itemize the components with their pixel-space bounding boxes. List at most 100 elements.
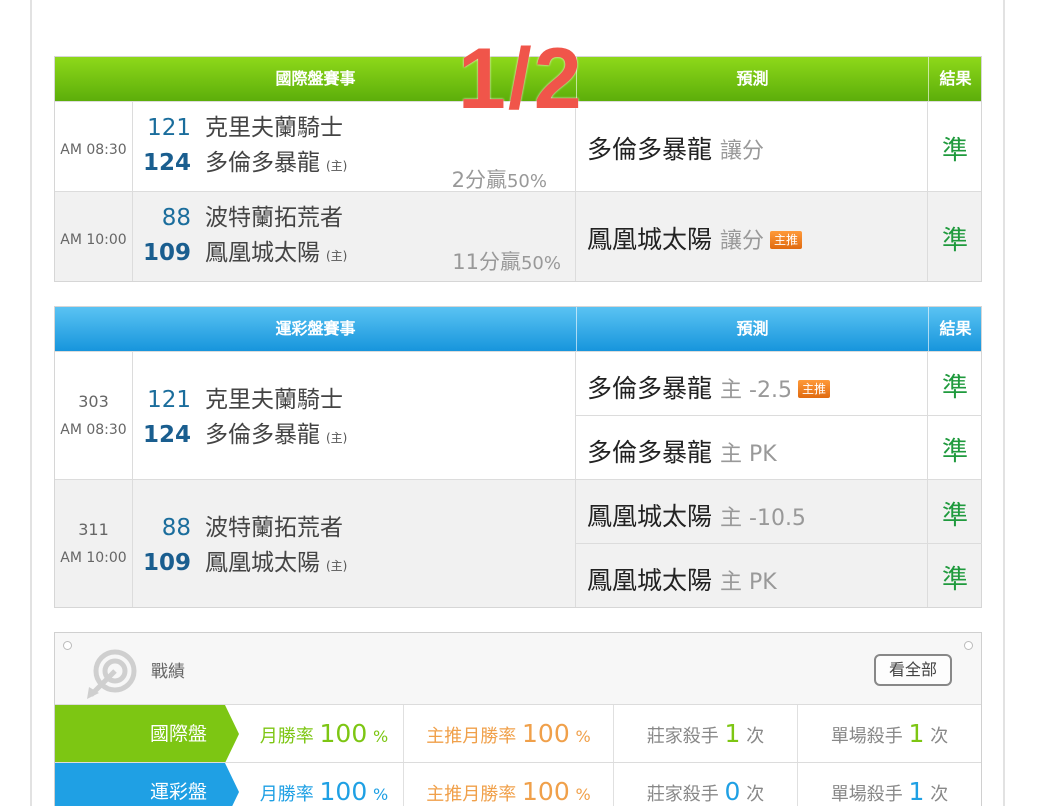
page-frame-left [30, 0, 32, 806]
prediction-line: 主 -2.5 [720, 378, 792, 403]
home-tag: (主) [326, 431, 348, 445]
record-title: 戰績 [151, 662, 185, 682]
matchup: 88 波特蘭拓荒者 109 鳳凰城太陽 (主) 11分贏50% [133, 192, 576, 281]
result-text: 準 [941, 136, 968, 166]
predicted-team: 鳳凰城太陽 [587, 225, 713, 254]
intl-header-result: 結果 [928, 57, 982, 101]
row-divider [576, 415, 982, 416]
single-game-killer-count: 單場殺手 1 次 [830, 719, 949, 748]
handicap-odds: 2分贏50% [451, 168, 547, 192]
game-time: AM 08:30 [60, 422, 127, 438]
featured-pick-badge: 主推 [797, 380, 830, 398]
view-all-button[interactable]: 看全部 [874, 654, 952, 686]
home-team-number: 109 [142, 550, 191, 576]
handicap-odds: 11分贏50% [452, 250, 561, 274]
away-team-number: 121 [147, 387, 191, 413]
sport-table-header: 運彩盤賽事 預測 結果 [55, 307, 981, 351]
label-arrow [225, 705, 239, 763]
game-time: AM 10:00 [55, 192, 133, 281]
home-tag: (主) [326, 249, 348, 263]
house-killer-count: 莊家殺手 1 次 [614, 705, 798, 763]
house-killer-count: 莊家殺手 0 次 [614, 763, 798, 806]
featured-monthly-win-rate: 主推月勝率 100 % [404, 705, 614, 763]
result-text: 準 [941, 437, 968, 467]
sport-header-predict: 預測 [576, 307, 928, 351]
game-time: AM 08:30 [55, 102, 133, 191]
predicted-team: 多倫多暴龍 [587, 135, 713, 164]
page-indicator-overlay: 1/2 [458, 31, 584, 127]
featured-monthly-win-rate: 主推月勝率 100 % [404, 763, 614, 806]
record-row-intl: 國際盤 月勝率 100 % 主推月勝率 100 % 莊家殺手 1 次 單場殺手 … [55, 704, 981, 763]
home-tag: (主) [326, 559, 348, 573]
result-cell: 準 [928, 102, 982, 191]
prediction-line: 主 -10.5 [720, 506, 806, 531]
prediction-line: 主 PK [720, 570, 777, 595]
result-text: 準 [941, 373, 968, 403]
home-team: 124 多倫多暴龍 (主) [133, 421, 347, 449]
game-code-time: 303 AM 08:30 [55, 352, 133, 479]
home-team-name[interactable]: 多倫多暴龍 [205, 150, 320, 176]
row-divider [576, 543, 982, 544]
result-text: 準 [941, 501, 968, 531]
sport-header-match: 運彩盤賽事 [275, 319, 356, 338]
corner-dot [964, 641, 973, 650]
home-tag: (主) [326, 159, 348, 173]
target-icon [87, 649, 137, 699]
result-cell: 準 [928, 192, 982, 281]
away-team-name[interactable]: 波特蘭拓荒者 [205, 205, 343, 231]
away-team-number: 88 [161, 205, 191, 231]
predicted-team: 鳳凰城太陽 [587, 566, 713, 595]
corner-dot [63, 641, 72, 650]
game-time: AM 10:00 [60, 550, 127, 566]
home-team-number: 124 [142, 422, 191, 448]
page-frame-right [1003, 0, 1005, 806]
record-label: 運彩盤 [55, 763, 225, 806]
game-code: 303 [78, 392, 109, 411]
table-row: 303 AM 08:30 121 克里夫蘭騎士 124 多倫多暴龍 (主) 多倫多暴龍… [55, 351, 982, 479]
predicted-team: 多倫多暴龍 [587, 374, 713, 403]
predicted-team: 鳳凰城太陽 [587, 502, 713, 531]
away-team-number: 88 [161, 515, 191, 541]
home-team-name[interactable]: 鳳凰城太陽 [205, 240, 320, 266]
record-label: 國際盤 [55, 705, 225, 763]
away-team-number: 121 [147, 115, 191, 141]
sport-prediction-table: 運彩盤賽事 預測 結果 303 AM 08:30 121 克里夫蘭騎士 124 多倫… [54, 306, 982, 608]
label-arrow [225, 763, 239, 806]
result-text: 準 [941, 226, 968, 256]
prediction-type: 讓分 [720, 139, 765, 164]
record-panel: 戰績 看全部 國際盤 月勝率 100 % 主推月勝率 100 % 莊家殺手 1 … [54, 632, 982, 806]
table-row: AM 10:00 88 波特蘭拓荒者 109 鳳凰城太陽 (主) 11分贏50% 鳳凰… [55, 191, 981, 281]
game-code-time: 311 AM 10:00 [55, 480, 133, 607]
home-team: 124 多倫多暴龍 (主) [133, 149, 347, 177]
home-team-name[interactable]: 鳳凰城太陽 [205, 550, 320, 576]
away-team-name[interactable]: 波特蘭拓荒者 [205, 515, 343, 541]
away-team-name[interactable]: 克里夫蘭騎士 [205, 387, 343, 413]
result-text: 準 [941, 565, 968, 595]
home-team-number: 109 [142, 240, 191, 266]
away-team-name[interactable]: 克里夫蘭騎士 [205, 115, 343, 141]
matchup: 88 波特蘭拓荒者 109 鳳凰城太陽 (主) [133, 480, 576, 607]
home-team: 109 鳳凰城太陽 (主) [133, 549, 347, 577]
monthly-win-rate: 月勝率 100 % [245, 705, 404, 763]
record-row-sport: 運彩盤 月勝率 100 % 主推月勝率 100 % 莊家殺手 0 次 單場殺手 … [55, 762, 981, 806]
home-team: 109 鳳凰城太陽 (主) [133, 239, 347, 267]
away-team: 88 波特蘭拓荒者 [133, 204, 343, 232]
prediction-cell: 多倫多暴龍 讓分 [576, 102, 928, 191]
prediction-type: 讓分 [720, 229, 765, 254]
monthly-win-rate: 月勝率 100 % [245, 763, 404, 806]
sport-header-result: 結果 [928, 307, 982, 351]
prediction-line: 主 PK [720, 442, 777, 467]
table-row: 311 AM 10:00 88 波特蘭拓荒者 109 鳳凰城太陽 (主) 鳳凰城太陽主… [55, 479, 982, 607]
away-team: 88 波特蘭拓荒者 [133, 514, 343, 542]
intl-header-predict: 預測 [576, 57, 928, 101]
away-team: 121 克里夫蘭騎士 [133, 386, 343, 414]
matchup: 121 克里夫蘭騎士 124 多倫多暴龍 (主) [133, 352, 576, 479]
prediction-cell: 鳳凰城太陽 讓分 主推 [576, 192, 928, 281]
single-game-killer-count: 單場殺手 1 次 [830, 777, 949, 806]
home-team-number: 124 [142, 150, 191, 176]
home-team-name[interactable]: 多倫多暴龍 [205, 422, 320, 448]
featured-pick-badge: 主推 [770, 231, 803, 249]
predicted-team: 多倫多暴龍 [587, 438, 713, 467]
game-code: 311 [78, 520, 109, 539]
away-team: 121 克里夫蘭騎士 [133, 114, 343, 142]
